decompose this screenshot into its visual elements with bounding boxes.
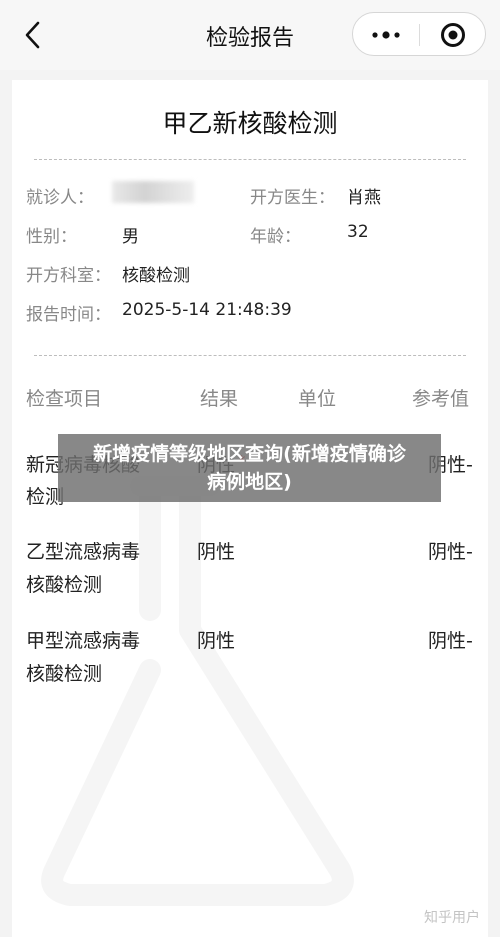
- divider: [34, 355, 466, 356]
- mini-program-capsule: [352, 12, 486, 56]
- patient-name-redacted: [112, 181, 194, 203]
- overlay-line: 新增疫情等级地区查询(新增疫情确诊: [93, 443, 406, 465]
- more-button[interactable]: [353, 13, 419, 57]
- column-header-item: 检查项目: [26, 388, 103, 410]
- nav-bar: 检验报告: [0, 0, 500, 70]
- divider: [34, 159, 466, 160]
- column-header-reference: 参考值: [412, 388, 470, 410]
- column-header-unit: 单位: [298, 388, 337, 410]
- row-item-name: 乙型流感病毒: [26, 541, 141, 563]
- doctor-label: 开方医生：: [250, 188, 335, 208]
- report-time-label: 报告时间：: [26, 305, 111, 325]
- row-result: 阴性: [197, 541, 236, 563]
- row-reference: 阴性-: [428, 630, 473, 652]
- target-close-icon: [441, 23, 465, 47]
- row-item-name: 核酸检测: [26, 574, 103, 596]
- column-header-result: 结果: [200, 388, 239, 410]
- age-value: 32: [347, 222, 369, 242]
- article-title-overlay: 新增疫情等级地区查询(新增疫情确诊 病例地区): [58, 434, 441, 502]
- row-result: 阴性: [197, 630, 236, 652]
- gender-value: 男: [122, 227, 139, 247]
- patient-label: 就诊人：: [26, 188, 94, 208]
- gender-label: 性别：: [26, 227, 77, 247]
- department-label: 开方科室：: [26, 266, 111, 286]
- doctor-value: 肖燕: [347, 188, 381, 208]
- close-button[interactable]: [420, 13, 486, 57]
- row-item-name: 甲型流感病毒: [26, 630, 141, 652]
- report-title: 甲乙新核酸检测: [162, 109, 338, 138]
- source-watermark: 知乎用户: [424, 910, 480, 926]
- age-label: 年龄：: [250, 227, 301, 247]
- report-time-value: 2025-5-14 21:48:39: [122, 300, 292, 320]
- more-dots-icon: [372, 31, 400, 39]
- row-item-name: 核酸检测: [26, 663, 103, 685]
- overlay-line: 病例地区): [207, 471, 292, 493]
- department-value: 核酸检测: [122, 266, 190, 286]
- row-reference: 阴性-: [428, 541, 473, 563]
